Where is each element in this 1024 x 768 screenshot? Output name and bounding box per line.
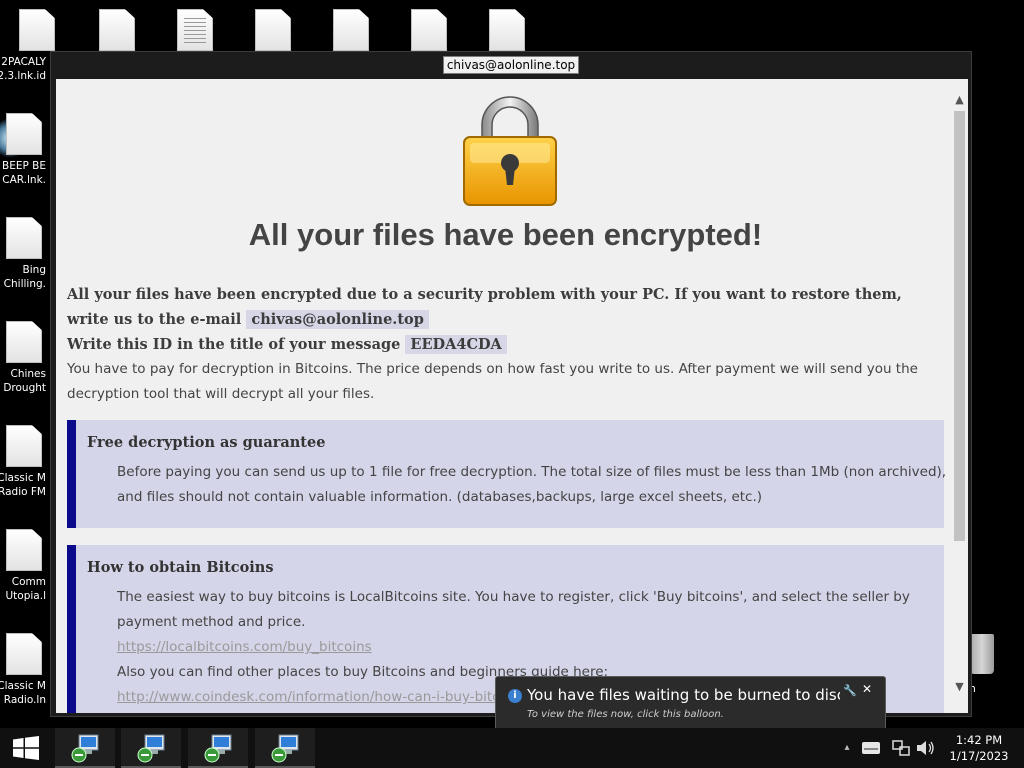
desktop-shortcut-label: Classic M Radio.ln [0, 680, 46, 706]
blank-file-icon [489, 9, 525, 51]
window-title: chivas@aolonline.top [442, 56, 580, 74]
desktop-file-icon-2[interactable] [85, 9, 149, 51]
ransom-note-body: All your files have been encrypted! All … [56, 79, 968, 713]
blank-file-icon [333, 9, 369, 51]
desktop-file-icon-7[interactable] [475, 9, 539, 51]
close-icon[interactable]: ✕ [862, 682, 872, 696]
desktop-file-icon-5[interactable] [319, 9, 383, 51]
blank-file-icon [411, 9, 447, 51]
taskbar: ▴ 1:42 PM 1/17/2023 [0, 728, 1024, 768]
desktop-shortcut-label: 2PACALY 2.3.lnk.id [0, 56, 46, 82]
computer-setup-icon [137, 734, 165, 763]
computer-setup-icon [71, 734, 99, 763]
chevron-down-icon[interactable]: ▼ [951, 678, 968, 695]
blank-file-icon [6, 321, 42, 363]
scroll-thumb[interactable] [954, 111, 965, 541]
ransom-note-window: chivas@aolonline.top All your files have… [50, 51, 972, 717]
free-decryption-box: Free decryption as guarantee Before payi… [67, 420, 947, 528]
desktop-shortcut-label: BEEP BE CAR.lnk. [2, 160, 46, 186]
ransom-headline: All your files have been encrypted! [248, 217, 763, 252]
desktop-shortcut-3[interactable]: Bing Chilling. [0, 217, 52, 291]
notification-subtitle: To view the files now, click this balloo… [527, 709, 724, 720]
desktop-file-icon-4[interactable] [241, 9, 305, 51]
computer-setup-icon [271, 734, 299, 763]
wrench-icon[interactable]: 🔧 [843, 684, 857, 697]
clock-time: 1:42 PM [955, 733, 1003, 747]
id-code-chip[interactable]: EEDA4CDA [405, 335, 507, 354]
network-monitor-icon [892, 740, 910, 756]
vertical-scrollbar[interactable]: ▲ ▼ [951, 79, 968, 713]
desktop-shortcut-6[interactable]: Comm Utopia.l [0, 529, 52, 603]
chevron-up-icon[interactable]: ▲ [951, 91, 968, 108]
email-chip[interactable]: chivas@aolonline.top [246, 310, 429, 329]
padlock-icon [463, 96, 557, 206]
notification-title: You have files waiting to be burned to d… [527, 686, 840, 704]
desktop-shortcut-label: Chines Drought [3, 368, 46, 394]
desktop-file-icon-6[interactable] [397, 9, 461, 51]
desktop-shortcut-label: Bing Chilling. [3, 264, 46, 290]
taskbar-app-4[interactable] [255, 728, 315, 768]
desktop-shortcut-5[interactable]: Classic M Radio FM [0, 425, 52, 499]
start-button[interactable] [0, 728, 50, 768]
localbitcoins-link[interactable]: https://localbitcoins.com/buy_bitcoins [117, 635, 947, 660]
clock-date: 1/17/2023 [949, 749, 1009, 763]
system-clock[interactable]: 1:42 PM 1/17/2023 [944, 732, 1014, 764]
desktop-shortcut-1[interactable]: 2PACALY 2.3.lnk.id [0, 9, 52, 83]
speaker-icon [917, 741, 934, 755]
blank-file-icon [255, 9, 291, 51]
disc-burn-icon[interactable] [860, 728, 882, 768]
box-text: Before paying you can send us up to 1 fi… [117, 464, 947, 505]
desktop-shortcut-7[interactable]: Classic M Radio.ln [0, 633, 52, 707]
info-icon: i [508, 689, 522, 703]
ransom-instructions: All your files have been encrypted due t… [67, 282, 944, 357]
show-hidden-icons-button[interactable]: ▴ [840, 728, 854, 768]
box-title: How to obtain Bitcoins [87, 559, 274, 576]
taskbar-app-3[interactable] [188, 728, 248, 768]
taskbar-app-2[interactable] [121, 728, 181, 768]
volume-icon[interactable] [914, 728, 936, 768]
blank-file-icon [6, 425, 42, 467]
taskbar-app-1[interactable] [55, 728, 115, 768]
box-text: The easiest way to buy bitcoins is Local… [117, 589, 910, 630]
recycle-bin-icon[interactable] [970, 634, 994, 674]
blank-file-icon [6, 633, 42, 675]
instruction-text-1: All your files have been encrypted due t… [67, 286, 902, 328]
text-file-icon [177, 9, 213, 51]
windows-logo-icon [13, 736, 39, 760]
blank-file-icon [99, 9, 135, 51]
disc-drive-icon [862, 742, 880, 754]
desktop-file-icon-3[interactable] [163, 9, 227, 51]
blank-file-icon [6, 529, 42, 571]
window-title-bar[interactable]: chivas@aolonline.top [51, 54, 971, 74]
instruction-text-2: Write this ID in the title of your messa… [67, 336, 401, 353]
box-title: Free decryption as guarantee [87, 434, 326, 451]
payment-info-text: You have to pay for decryption in Bitcoi… [67, 361, 918, 402]
blank-file-icon [6, 113, 42, 155]
network-icon[interactable] [890, 728, 912, 768]
burn-notification-balloon[interactable]: i You have files waiting to be burned to… [495, 676, 886, 731]
computer-setup-icon [204, 734, 232, 763]
desktop-shortcut-2[interactable]: BEEP BE CAR.lnk. [0, 113, 52, 187]
desktop-shortcut-label: Classic M Radio FM [0, 472, 46, 498]
desktop-shortcut-4[interactable]: Chines Drought [0, 321, 52, 395]
desktop-shortcut-label: Comm Utopia.l [5, 576, 47, 602]
blank-file-icon [6, 217, 42, 259]
